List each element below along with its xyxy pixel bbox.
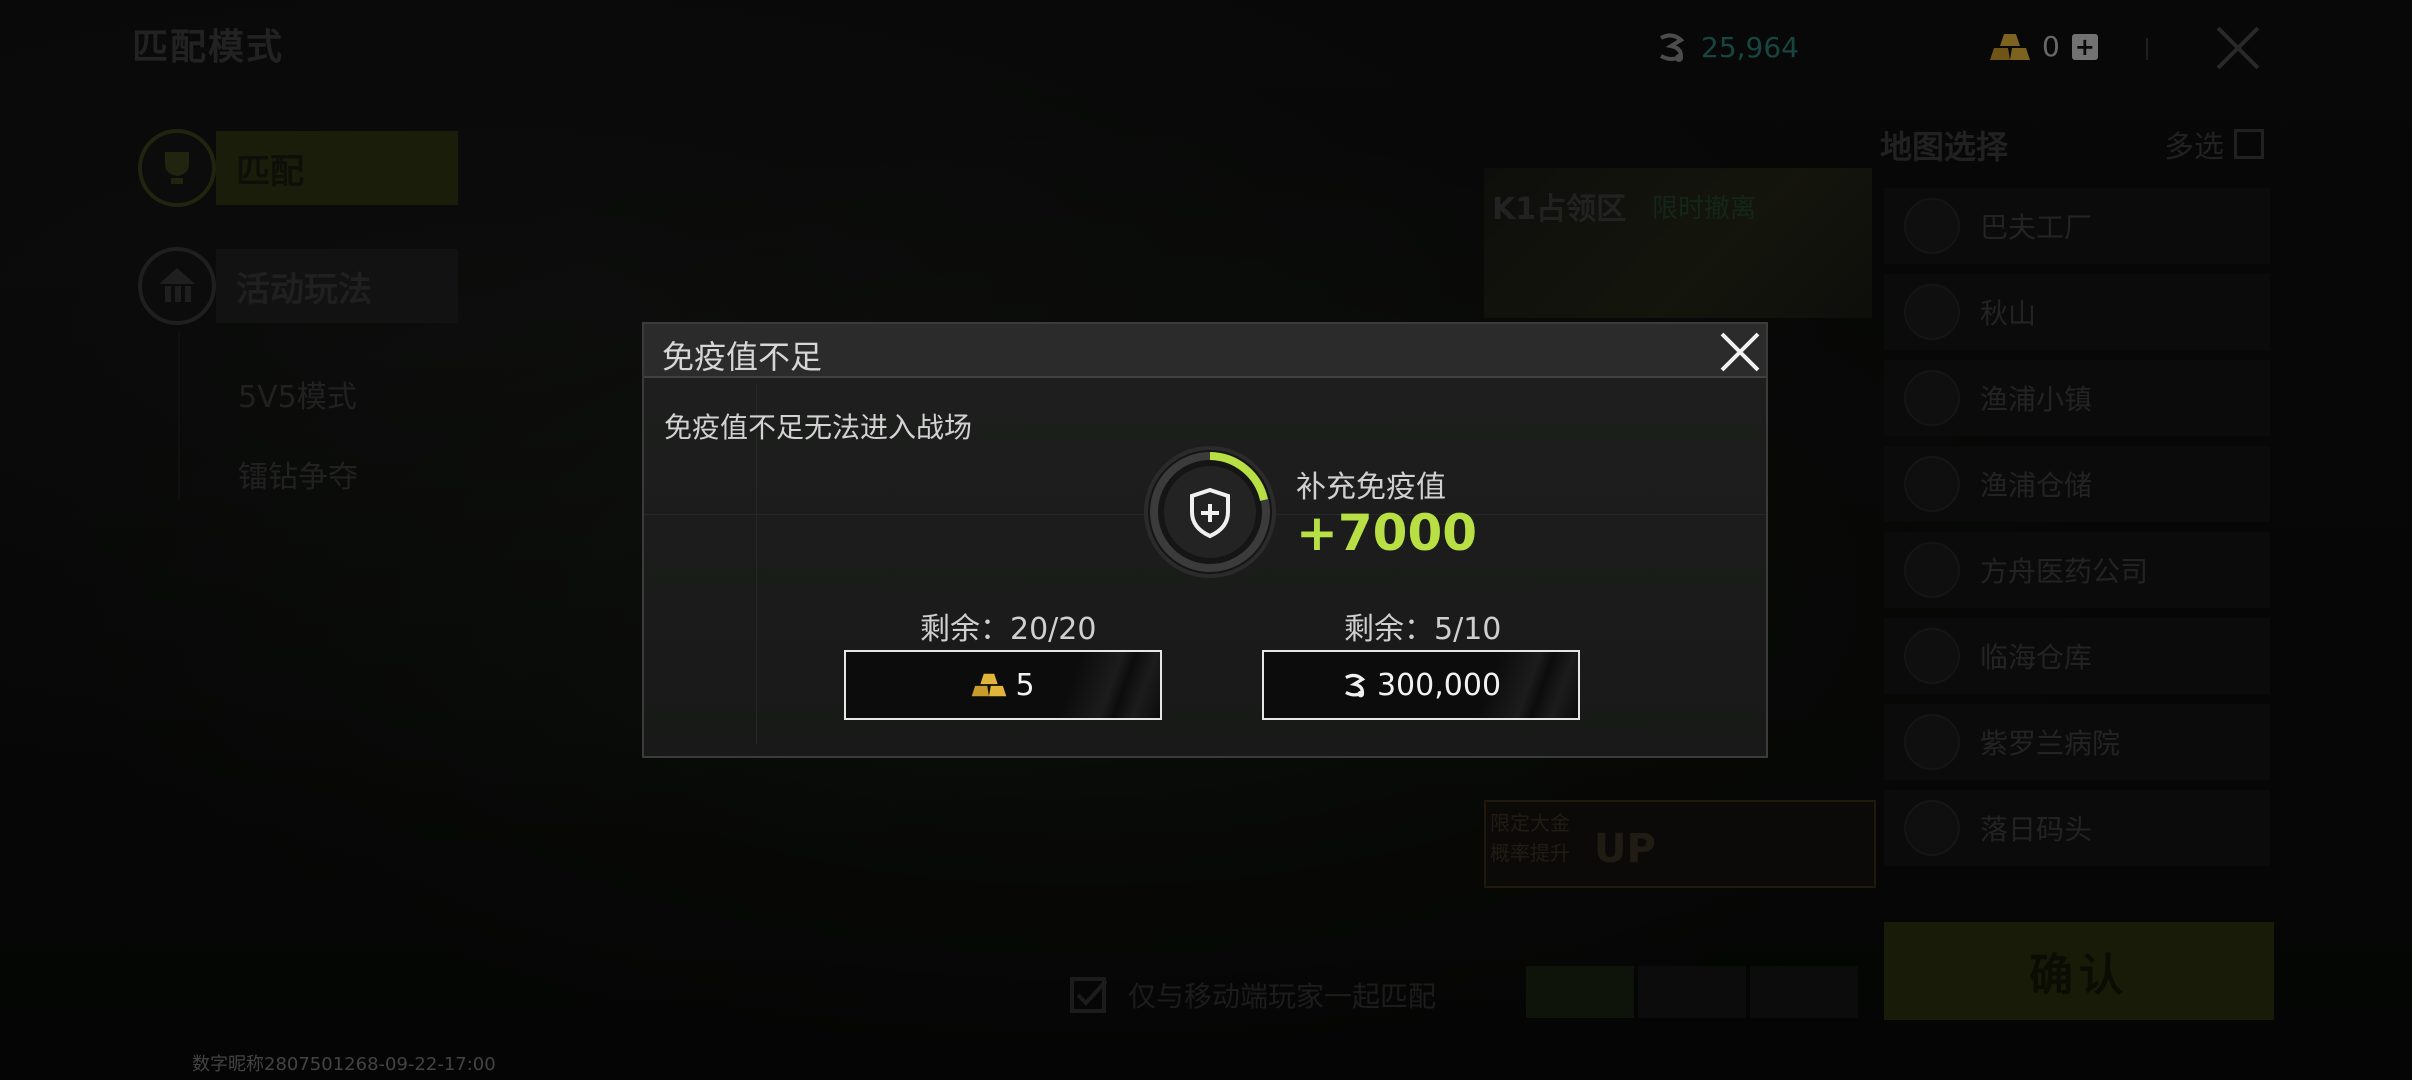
buy-with-gold-button[interactable]: 5 (844, 650, 1162, 720)
dialog-title: 免疫值不足 (662, 338, 823, 376)
dialog-description: 免疫值不足无法进入战场 (664, 411, 973, 444)
close-icon[interactable] (1716, 328, 1764, 376)
buy-with-coins-button[interactable]: 300,000 (1262, 650, 1580, 720)
refill-label: 补充免疫值 (1296, 470, 1446, 505)
gold-price: 5 (1015, 667, 1035, 703)
coin-remaining: 剩余：5/10 (1344, 612, 1502, 647)
dialog-header: 免疫值不足 (644, 324, 1766, 378)
refill-amount: +7000 (1296, 504, 1478, 562)
coin-price: 300,000 (1376, 667, 1502, 703)
coin-icon (1345, 673, 1366, 698)
insufficient-immunity-dialog: 免疫值不足 免疫值不足无法进入战场 补充免疫值 +7000 剩余：20/20 剩… (642, 322, 1768, 758)
gold-remaining: 剩余：20/20 (920, 612, 1097, 647)
shield-plus-icon (1140, 442, 1280, 582)
gold-bars-icon (972, 673, 1007, 697)
